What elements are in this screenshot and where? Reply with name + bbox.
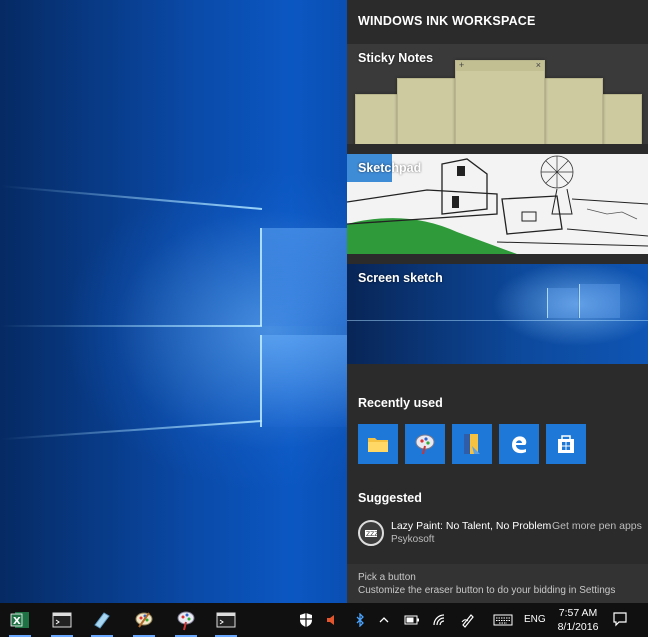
close-icon: × bbox=[535, 60, 541, 70]
suggested-app[interactable]: ZZZ Lazy Paint: No Talent, No Problem Ps… bbox=[358, 518, 643, 548]
paint3d-icon[interactable] bbox=[172, 607, 200, 637]
recently-used-apps bbox=[358, 424, 586, 464]
clock-date[interactable]: 8/1/2016 bbox=[556, 621, 600, 633]
suggested-app-name: Lazy Paint: No Talent, No Problem bbox=[391, 520, 552, 532]
touch-keyboard-icon[interactable] bbox=[492, 612, 514, 628]
sticky-note: + × bbox=[455, 60, 545, 144]
windows-ink-pen-icon[interactable] bbox=[460, 612, 476, 628]
tip-heading: Pick a button bbox=[358, 572, 416, 583]
sticky-notes-tile[interactable]: Sticky Notes + × bbox=[347, 44, 648, 144]
screen-sketch-tile[interactable]: Screen sketch bbox=[347, 264, 648, 364]
sticky-file-icon[interactable] bbox=[452, 424, 492, 464]
light-beam bbox=[347, 320, 648, 321]
tile-label: Sketchpad bbox=[358, 161, 422, 175]
tip-text: Customize the eraser button to do your b… bbox=[358, 585, 616, 596]
defender-shield-icon[interactable] bbox=[298, 612, 314, 628]
window-logo-pane bbox=[547, 288, 578, 318]
suggested-heading: Suggested bbox=[358, 491, 422, 505]
taskbar: X ENG 7:57 AM 8/1/2016 bbox=[0, 603, 648, 637]
sticky-note-toolbar: + × bbox=[456, 61, 544, 71]
light-beam bbox=[0, 185, 263, 210]
hidden-icons-chevron-icon[interactable] bbox=[376, 612, 392, 628]
terminal-icon[interactable] bbox=[212, 607, 240, 637]
sticky-note bbox=[397, 78, 461, 144]
edge-icon[interactable] bbox=[499, 424, 539, 464]
suggested-app-publisher: Psykosoft bbox=[391, 534, 435, 545]
svg-text:ZZZ: ZZZ bbox=[366, 531, 378, 538]
window-logo-pane bbox=[579, 284, 620, 318]
paint-icon[interactable] bbox=[130, 607, 158, 637]
notes-icon[interactable] bbox=[88, 607, 116, 637]
action-center-icon[interactable] bbox=[612, 611, 628, 627]
ink-workspace-panel: WINDOWS INK WORKSPACE Sticky Notes + × S… bbox=[347, 0, 648, 603]
lazy-paint-icon: ZZZ bbox=[358, 520, 384, 546]
excel-icon[interactable]: X bbox=[6, 607, 34, 637]
window-logo-pane bbox=[260, 335, 349, 427]
file-explorer-icon[interactable] bbox=[358, 424, 398, 464]
recently-used-heading: Recently used bbox=[358, 396, 443, 410]
tile-label: Sticky Notes bbox=[358, 51, 434, 65]
volume-muted-icon[interactable] bbox=[324, 612, 340, 628]
input-language[interactable]: ENG bbox=[524, 614, 546, 625]
svg-text:X: X bbox=[13, 616, 21, 627]
clock-time[interactable]: 7:57 AM bbox=[558, 607, 598, 619]
paint-brush-icon[interactable] bbox=[405, 424, 445, 464]
bluetooth-icon[interactable] bbox=[352, 612, 368, 628]
tile-label: Screen sketch bbox=[358, 271, 443, 285]
tip-box[interactable]: Pick a button Customize the eraser butto… bbox=[347, 564, 648, 603]
get-more-pen-apps-link[interactable]: Get more pen apps bbox=[552, 520, 642, 532]
sketchpad-tile[interactable]: Sketchpad bbox=[347, 154, 648, 254]
plus-icon: + bbox=[459, 60, 465, 70]
console-icon[interactable] bbox=[48, 607, 76, 637]
store-icon[interactable] bbox=[546, 424, 586, 464]
light-beam bbox=[0, 420, 263, 441]
battery-icon[interactable] bbox=[404, 612, 420, 628]
panel-title: WINDOWS INK WORKSPACE bbox=[358, 14, 536, 28]
wifi-icon[interactable] bbox=[432, 612, 448, 628]
sticky-note bbox=[539, 78, 603, 144]
window-logo-pane bbox=[260, 228, 349, 326]
light-beam bbox=[0, 325, 262, 327]
